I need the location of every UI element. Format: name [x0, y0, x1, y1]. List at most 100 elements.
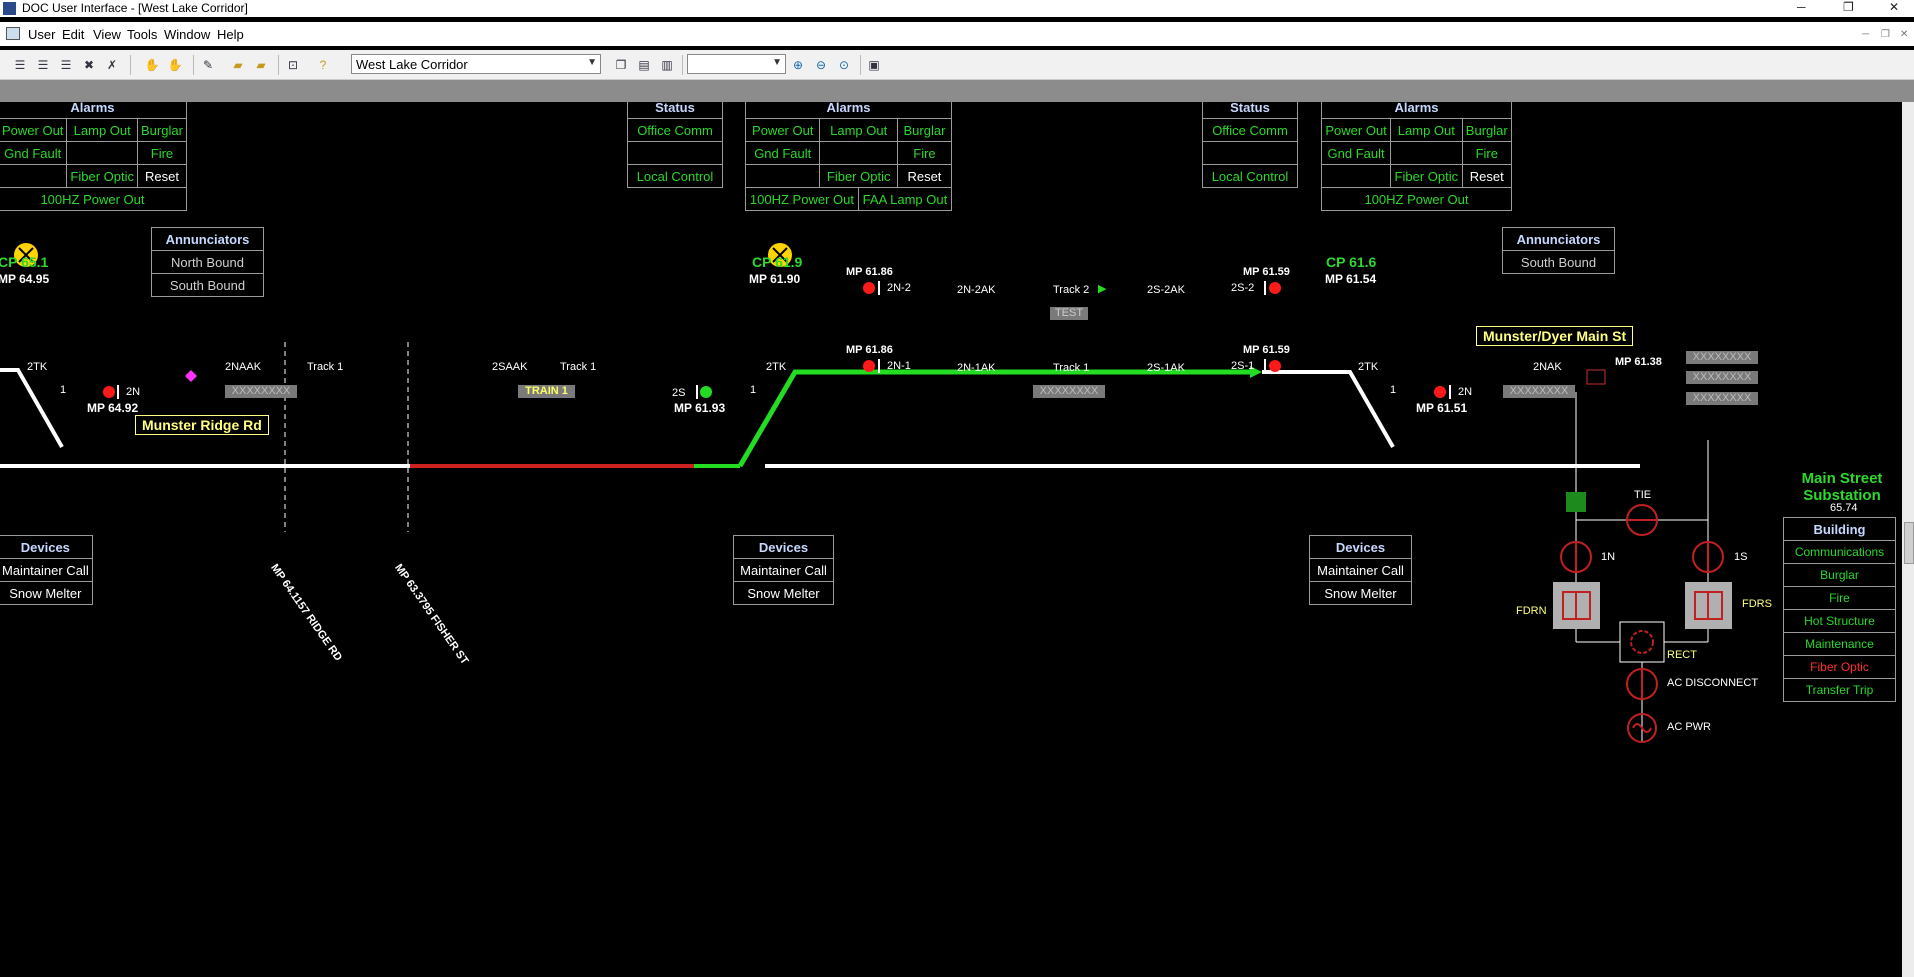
- zoom-in-icon[interactable]: ⊕: [790, 57, 806, 73]
- page-edit-icon[interactable]: ✎: [200, 57, 216, 73]
- annunciator-south-bound[interactable]: South Bound: [151, 273, 264, 297]
- alarm-100hz-power-out[interactable]: 100HZ Power Out: [1321, 187, 1512, 211]
- signal-red-icon[interactable]: [1269, 360, 1281, 372]
- menu-user[interactable]: User: [28, 27, 55, 42]
- menu-edit[interactable]: Edit: [62, 27, 84, 42]
- building-fiber-optic[interactable]: Fiber Optic: [1783, 655, 1896, 679]
- list-add-icon[interactable]: ☰: [35, 57, 51, 73]
- status-local-control[interactable]: Local Control: [1202, 164, 1298, 188]
- building-maintenance[interactable]: Maintenance: [1783, 632, 1896, 656]
- zoom-select[interactable]: ▼: [687, 54, 786, 74]
- window-search-icon[interactable]: ⊡: [285, 57, 301, 73]
- restore-button[interactable]: ❐: [1843, 0, 1854, 14]
- crossing-label[interactable]: Munster/Dyer Main St: [1476, 326, 1634, 346]
- signal-red-icon[interactable]: [863, 360, 875, 372]
- alarm-power-out[interactable]: Power Out: [1320, 118, 1392, 142]
- device-maintainer-call[interactable]: Maintainer Call: [1309, 558, 1412, 582]
- alarm-100hz-power-out[interactable]: 100HZ Power Out: [0, 187, 187, 211]
- rectifier-icon[interactable]: [1619, 621, 1665, 663]
- mdi-restore-button[interactable]: ❐: [1881, 29, 1890, 40]
- open-folder-icon[interactable]: ▰: [230, 57, 246, 73]
- block-id-box[interactable]: XXXXXXXX: [225, 385, 297, 398]
- annunciator-north-bound[interactable]: North Bound: [151, 250, 264, 274]
- status-office-comm[interactable]: Office Comm: [1202, 118, 1298, 142]
- alarm-fiber-optic[interactable]: Fiber Optic: [1390, 164, 1463, 188]
- mdi-minimize-button[interactable]: ─: [1862, 29, 1869, 40]
- list-delete-icon[interactable]: ✖: [81, 57, 97, 73]
- status-local-control[interactable]: Local Control: [627, 164, 723, 188]
- alarm-lamp-out[interactable]: Lamp Out: [1390, 118, 1463, 142]
- alarm-power-out[interactable]: Power Out: [0, 118, 68, 142]
- building-burglar[interactable]: Burglar: [1783, 563, 1896, 587]
- menu-help[interactable]: Help: [217, 27, 244, 42]
- alarm-gnd-fault[interactable]: Gnd Fault: [0, 141, 68, 165]
- crossing-label[interactable]: Munster Ridge Rd: [135, 415, 269, 435]
- minimize-button[interactable]: ─: [1797, 0, 1806, 14]
- mdi-close-button[interactable]: ✕: [1900, 29, 1908, 40]
- zoom-out-icon[interactable]: ⊖: [813, 57, 829, 73]
- signal-red-icon[interactable]: [1269, 282, 1281, 294]
- building-hot-structure[interactable]: Hot Structure: [1783, 609, 1896, 633]
- alarm-burglar[interactable]: Burglar: [1461, 118, 1513, 142]
- alarm-power-out[interactable]: Power Out: [744, 118, 821, 142]
- building-communications[interactable]: Communications: [1783, 540, 1896, 564]
- device-snow-melter[interactable]: Snow Melter: [0, 581, 93, 605]
- folder-icon[interactable]: ▰: [253, 57, 269, 73]
- block-id-box[interactable]: XXXXXXXX: [1503, 385, 1575, 398]
- alarm-faa-lamp-out[interactable]: FAA Lamp Out: [857, 187, 953, 211]
- zoom-fit-icon[interactable]: ⊙: [836, 57, 852, 73]
- test-tag[interactable]: TEST: [1050, 307, 1088, 320]
- alarm-fiber-optic[interactable]: Fiber Optic: [66, 164, 138, 188]
- help-icon[interactable]: ?: [315, 57, 331, 73]
- alarm-fire[interactable]: Fire: [1461, 141, 1513, 165]
- block-id-box[interactable]: XXXXXXXX: [1686, 371, 1758, 384]
- diamond-marker-icon[interactable]: [185, 370, 197, 382]
- status-office-comm[interactable]: Office Comm: [627, 118, 723, 142]
- alarm-gnd-fault[interactable]: Gnd Fault: [1320, 141, 1392, 165]
- building-fire[interactable]: Fire: [1783, 586, 1896, 610]
- menu-view[interactable]: View: [93, 27, 121, 42]
- close-button[interactable]: ✕: [1889, 0, 1899, 14]
- mdi-child-icon[interactable]: [6, 27, 20, 40]
- layout-view-icon[interactable]: ▣: [866, 57, 882, 73]
- cascade-windows-icon[interactable]: ❐: [613, 57, 629, 73]
- alarm-reset-button[interactable]: Reset: [896, 164, 953, 188]
- list-edit-icon[interactable]: ☰: [58, 57, 74, 73]
- alarm-gnd-fault[interactable]: Gnd Fault: [744, 141, 821, 165]
- annunciator-south-bound[interactable]: South Bound: [1502, 250, 1615, 274]
- alarm-lamp-out[interactable]: Lamp Out: [66, 118, 138, 142]
- block-id-box[interactable]: XXXXXXXX: [1686, 392, 1758, 405]
- hand-icon[interactable]: ✋: [167, 57, 183, 73]
- tile-vertical-icon[interactable]: ▥: [659, 57, 675, 73]
- device-maintainer-call[interactable]: Maintainer Call: [733, 558, 834, 582]
- alarm-burglar[interactable]: Burglar: [137, 118, 187, 142]
- scrollbar-tab[interactable]: [1904, 522, 1914, 564]
- alarm-lamp-out[interactable]: Lamp Out: [819, 118, 898, 142]
- device-maintainer-call[interactable]: Maintainer Call: [0, 558, 93, 582]
- building-transfer-trip[interactable]: Transfer Trip: [1783, 678, 1896, 702]
- train-tag[interactable]: TRAIN 1: [518, 385, 575, 398]
- alarm-reset-button[interactable]: Reset: [137, 164, 187, 188]
- hand-disabled-icon[interactable]: ✋: [144, 57, 160, 73]
- device-snow-melter[interactable]: Snow Melter: [733, 581, 834, 605]
- vertical-scrollbar[interactable]: [1902, 102, 1914, 977]
- signal-green-icon[interactable]: [700, 386, 712, 398]
- block-id-box[interactable]: XXXXXXXX: [1686, 351, 1758, 364]
- menu-tools[interactable]: Tools: [127, 27, 157, 42]
- alarm-100hz-power-out[interactable]: 100HZ Power Out: [745, 187, 859, 211]
- alarm-reset-button[interactable]: Reset: [1461, 164, 1513, 188]
- signal-red-icon[interactable]: [1434, 386, 1446, 398]
- list-tool-icon[interactable]: ✗: [104, 57, 120, 73]
- device-snow-melter[interactable]: Snow Melter: [1309, 581, 1412, 605]
- tile-horizontal-icon[interactable]: ▤: [636, 57, 652, 73]
- alarm-burglar[interactable]: Burglar: [896, 118, 953, 142]
- block-id-box[interactable]: XXXXXXXX: [1033, 385, 1105, 398]
- alarm-fiber-optic[interactable]: Fiber Optic: [819, 164, 898, 188]
- menu-window[interactable]: Window: [164, 27, 210, 42]
- signal-red-icon[interactable]: [103, 386, 115, 398]
- breaker-closed-icon[interactable]: [1566, 492, 1586, 512]
- corridor-select[interactable]: West Lake Corridor ▼: [351, 54, 601, 74]
- list-icon[interactable]: ☰: [12, 57, 28, 73]
- signal-red-icon[interactable]: [863, 282, 875, 294]
- alarm-fire[interactable]: Fire: [137, 141, 187, 165]
